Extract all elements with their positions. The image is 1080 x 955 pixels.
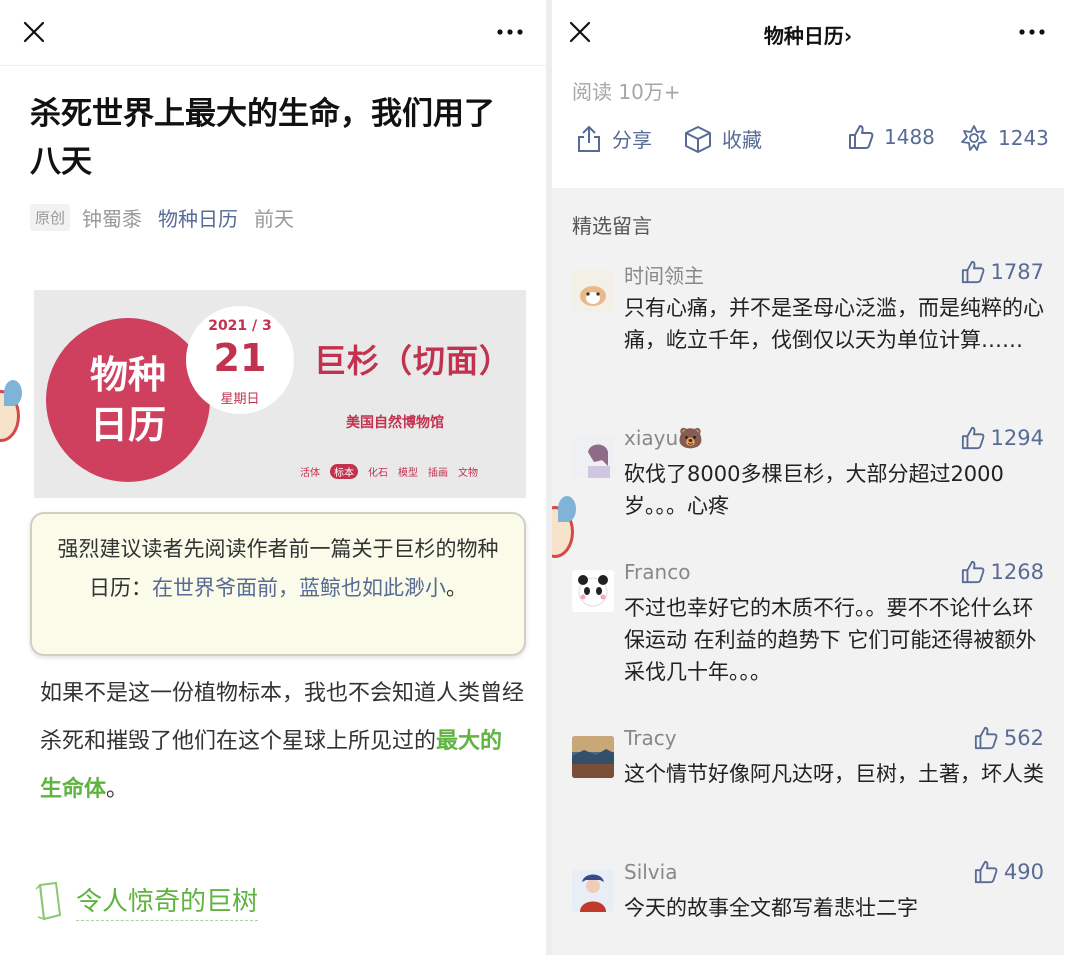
comment-nickname: Tracy <box>624 726 677 750</box>
date-year-month: 2021 / 3 <box>208 318 272 334</box>
thumbs-up-icon <box>961 426 984 450</box>
thumbs-up-icon <box>974 860 998 884</box>
publish-time: 前天 <box>254 206 295 231</box>
museum-name: 美国自然博物馆 <box>346 415 444 431</box>
comment-like-count: 1787 <box>990 260 1044 284</box>
right-edge <box>1064 0 1080 955</box>
species-name: 巨杉（切面） <box>314 342 513 380</box>
account-title[interactable]: 物种日历› <box>552 20 1064 49</box>
comment-like-button[interactable]: 562 <box>974 726 1044 750</box>
chevron-right-icon: › <box>843 24 853 48</box>
avatar-landscape[interactable] <box>572 736 614 778</box>
like-button[interactable]: 1488 <box>848 124 935 150</box>
comment-like-count: 1268 <box>990 560 1044 584</box>
thumbs-up-icon <box>961 260 984 284</box>
species-calendar-banner: 物种 日历 2021 / 3 21 星期日 巨杉（切面） 美国自然博物馆 活体标… <box>34 290 526 498</box>
comment-text: 今天的故事全文都写着悲壮二字 <box>624 896 918 920</box>
comment-like-count: 1294 <box>990 426 1044 450</box>
comment-text: 只有心痛，并不是圣母心泛滥，而是纯粹的心痛，屹立千年，伐倒仅以天为单位计算…… <box>624 296 1044 352</box>
category-tag: 标本 <box>330 464 358 479</box>
avatar-cat[interactable] <box>572 270 614 312</box>
comment-nickname: 时间领主 <box>624 264 704 288</box>
left-top-bar <box>0 0 546 66</box>
share-button[interactable]: 分享 <box>576 124 652 153</box>
wow-count: 1243 <box>998 126 1049 150</box>
date-day: 21 <box>213 336 267 380</box>
share-label: 分享 <box>612 128 652 152</box>
book-icon <box>35 881 62 921</box>
previous-article-link[interactable]: 在世界爷面前，蓝鲸也如此渺小 <box>152 576 446 600</box>
comment-nickname: Silvia <box>624 860 678 884</box>
article-paragraph: 如果不是这一份植物标本，我也不会知道人类曾经杀死和摧毁了他们在这个星球上所见过的… <box>40 670 524 814</box>
thumbs-up-icon <box>974 726 998 750</box>
comment-like-button[interactable]: 1294 <box>961 426 1044 450</box>
brand-line-2: 日历 <box>89 402 166 447</box>
avatar-person[interactable] <box>572 870 614 912</box>
comment-text: 不过也幸好它的木质不行。。要不不论什么环保运动 在利益的趋势下 它们可能还得被额… <box>624 596 1037 684</box>
date-weekday: 星期日 <box>220 392 260 407</box>
date-circle: 2021 / 3 21 星期日 <box>186 306 294 414</box>
share-icon <box>578 125 600 152</box>
comment-text: 砍伐了8000多棵巨杉，大部分超过2000岁。。。心疼 <box>624 462 1004 518</box>
article-meta: 原创 钟蜀黍 物种日历 前天 <box>30 202 294 232</box>
cube-icon <box>685 125 711 153</box>
like-count: 1488 <box>884 125 935 149</box>
comment-like-count: 562 <box>1003 726 1044 750</box>
favorite-button[interactable]: 收藏 <box>684 124 762 153</box>
favorite-label: 收藏 <box>722 128 762 152</box>
category-tags: 活体 标本 化石 模型 插画 文物 <box>300 464 478 479</box>
original-badge: 原创 <box>30 203 71 231</box>
more-icon[interactable] <box>496 28 524 36</box>
more-icon[interactable] <box>1018 28 1046 36</box>
account-title-text: 物种日历 <box>763 24 844 48</box>
article-panel: 杀死世界上最大的生命，我们用了八天 原创 钟蜀黍 物种日历 前天 物种 日历 2… <box>0 0 546 955</box>
mascot-sticker-icon <box>552 496 580 566</box>
comment-like-button[interactable]: 1268 <box>961 560 1044 584</box>
category-tag: 文物 <box>458 468 478 479</box>
featured-comments-label: 精选留言 <box>572 214 652 238</box>
paragraph-text-end: 。 <box>106 777 129 802</box>
thumbs-up-icon <box>849 125 874 149</box>
comment-nickname: Franco <box>624 560 691 584</box>
close-icon[interactable] <box>22 20 46 44</box>
thumbs-up-icon <box>961 560 984 584</box>
category-tag: 化石 <box>368 468 388 479</box>
category-tag: 插画 <box>428 468 448 479</box>
author-name: 钟蜀黍 <box>82 206 143 231</box>
comment-text: 这个情节好像阿凡达呀，巨树，土著，坏人类 <box>624 762 1044 786</box>
comment-like-button[interactable]: 1787 <box>961 260 1044 284</box>
comment-like-count: 490 <box>1003 860 1044 884</box>
reading-recommendation-callout: 强烈建议读者先阅读作者前一篇关于巨杉的物种日历：在世界爷面前，蓝鲸也如此渺小。 <box>30 512 526 656</box>
article-title: 杀死世界上最大的生命，我们用了八天 <box>30 96 495 180</box>
avatar-girl[interactable] <box>572 436 614 478</box>
mascot-sticker-icon <box>0 380 26 450</box>
flower-icon <box>961 125 987 151</box>
wow-button[interactable]: 1243 <box>960 124 1049 152</box>
comments-panel: 物种日历› 阅读 10万+ 分享 收藏 1488 1243 精选留言 时间领主 … <box>552 0 1064 955</box>
category-tag: 活体 <box>300 468 320 479</box>
right-top-bar: 物种日历› <box>552 0 1064 66</box>
account-link[interactable]: 物种日历 <box>158 203 238 232</box>
avatar-panda[interactable] <box>572 570 614 612</box>
comment-nickname: xiayu🐻 <box>624 426 704 450</box>
comment-like-button[interactable]: 490 <box>974 860 1044 884</box>
read-count: 阅读 10万+ <box>572 80 681 104</box>
section-heading-text: 令人惊奇的巨树 <box>76 881 259 921</box>
section-heading: 令人惊奇的巨树 <box>34 878 259 924</box>
category-tag: 模型 <box>398 468 418 479</box>
callout-text-end: 。 <box>446 576 467 600</box>
